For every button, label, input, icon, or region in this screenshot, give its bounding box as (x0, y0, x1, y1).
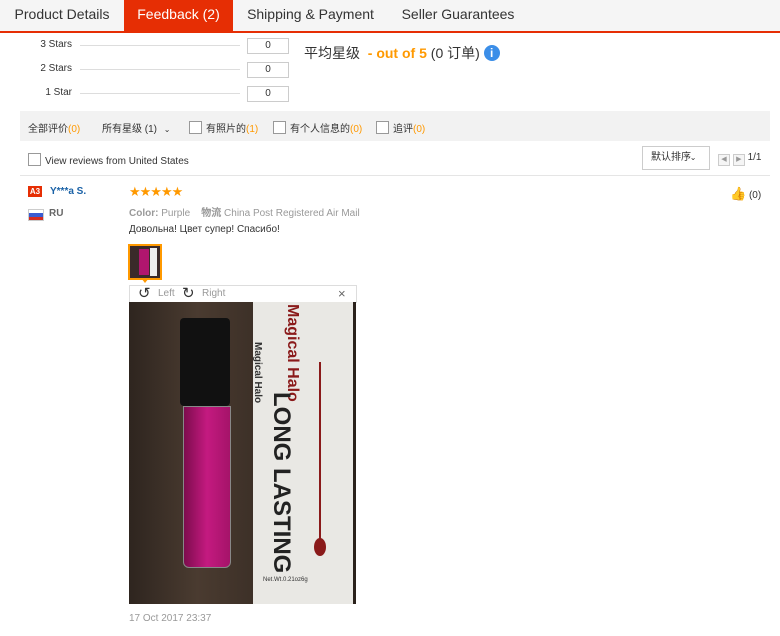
star-filter-select[interactable]: 所有星级 (1) ⌄ (102, 120, 170, 135)
reviewer-country: RU (49, 208, 64, 219)
review-photo-thumbnail[interactable] (128, 244, 162, 280)
divider (20, 175, 770, 176)
star-filter-label: 所有星级 (1) (102, 124, 157, 135)
info-icon[interactable]: i (483, 45, 500, 61)
russia-flag-icon (28, 209, 44, 221)
filter-all-count: (0) (68, 124, 81, 135)
rating-bar (80, 93, 240, 94)
buyer-level-badge: A3 (28, 186, 42, 197)
thumbnail-product (139, 249, 149, 275)
star-rating: ★★★★★ (129, 184, 183, 199)
review-photo: Magical Halo Magical Halo LONG LASTING N… (129, 302, 356, 604)
followup-count: (0) (413, 124, 426, 135)
view-us-label: View reviews from United States (45, 156, 189, 167)
followup-checkbox[interactable] (376, 121, 389, 134)
tab-bar: Product Details Feedback (2) Shipping & … (0, 0, 780, 33)
box-applicator-tip (314, 538, 326, 556)
rating-count: 0 (247, 86, 289, 102)
with-photos-count: (1) (246, 124, 259, 135)
rating-row-label: 1 Star (45, 87, 72, 98)
average-rating: 平均星级 - out of 5 (0 订单) i (304, 43, 500, 63)
box-brand: Magical Halo (252, 342, 263, 404)
rotate-right-icon[interactable]: ↻ (182, 284, 195, 302)
page-indicator: 1/1 (747, 152, 762, 163)
close-icon[interactable]: × (338, 286, 346, 301)
logistics-value: China Post Registered Air Mail (224, 208, 360, 219)
review-text: Довольна! Цвет супер! Спасибо! (129, 224, 280, 235)
tab-seller-guarantees[interactable]: Seller Guarantees (388, 0, 528, 31)
rating-bar (80, 45, 240, 46)
review-meta: Color: Purple 物流 China Post Registered A… (129, 204, 360, 219)
lipgloss-cap (180, 318, 230, 406)
helpful-button[interactable]: 👍 (0) (730, 186, 761, 202)
with-info-label: 有个人信息的 (290, 124, 350, 135)
thumbnail-box (150, 248, 157, 276)
filter-all[interactable]: 全部评价(0) (28, 120, 80, 135)
rating-row-label: 3 Stars (40, 39, 72, 50)
box-applicator-graphic (319, 362, 321, 542)
followup-label: 追评 (393, 124, 413, 135)
lipgloss-tube (183, 406, 231, 568)
with-photos-checkbox[interactable] (189, 121, 202, 134)
thumbs-up-icon[interactable]: 👍 (730, 186, 746, 201)
box-brand-top: Magical Halo (284, 304, 301, 402)
view-us-reviews[interactable]: View reviews from United States (28, 153, 189, 167)
view-us-checkbox[interactable] (28, 153, 41, 166)
rating-bar (80, 69, 240, 70)
box-weight: Net.Wt.0.21oz6g (263, 577, 308, 583)
rotate-left-label[interactable]: Left (158, 288, 175, 299)
product-box: Magical Halo Magical Halo LONG LASTING N… (252, 302, 353, 604)
filter-all-label: 全部评价 (28, 124, 68, 135)
tab-shipping-payment[interactable]: Shipping & Payment (233, 0, 388, 31)
order-count: (0 订单) (430, 45, 480, 61)
average-label: 平均星级 (304, 45, 360, 61)
photo-viewer-toolbar: ↺ Left ↻ Right × (129, 285, 357, 303)
tab-product-details[interactable]: Product Details (0, 0, 124, 31)
with-info-count: (0) (350, 124, 363, 135)
chevron-down-icon: ⌄ (689, 153, 697, 162)
color-value: Purple (161, 208, 191, 219)
average-score: - out of 5 (367, 45, 427, 61)
rotate-right-label[interactable]: Right (202, 288, 225, 299)
chevron-down-icon: ⌄ (163, 125, 171, 134)
next-page-icon[interactable]: ▶ (732, 154, 745, 166)
rotate-left-icon[interactable]: ↺ (138, 284, 151, 302)
filter-with-info[interactable]: 有个人信息的(0) (273, 120, 362, 135)
color-label: Color: (129, 208, 159, 219)
pager: ◀ ▶ 1/1 (718, 152, 761, 166)
filter-bar: 全部评价(0) 所有星级 (1) ⌄ 有照片的(1) 有个人信息的(0) 追评(… (20, 111, 770, 141)
prev-page-icon[interactable]: ◀ (718, 154, 730, 166)
sort-label: 默认排序 (651, 152, 691, 163)
thumbnail-pointer (141, 278, 149, 283)
logistics-label: 物流 (201, 208, 222, 219)
review-date: 17 Oct 2017 23:37 (129, 613, 212, 624)
rating-row-label: 2 Stars (40, 63, 72, 74)
with-photos-label: 有照片的 (206, 124, 246, 135)
filter-followup[interactable]: 追评(0) (376, 120, 425, 135)
filter-with-photos[interactable]: 有照片的(1) (189, 120, 258, 135)
sort-select[interactable]: 默认排序 ⌄ (642, 146, 710, 170)
rating-count: 0 (247, 62, 289, 78)
tab-feedback[interactable]: Feedback (2) (124, 0, 233, 31)
rating-count: 0 (247, 38, 289, 54)
reviewer-name[interactable]: Y***a S. (50, 186, 86, 197)
with-info-checkbox[interactable] (273, 121, 286, 134)
box-tagline: LONG LASTING (268, 392, 295, 574)
helpful-count: (0) (748, 190, 762, 201)
